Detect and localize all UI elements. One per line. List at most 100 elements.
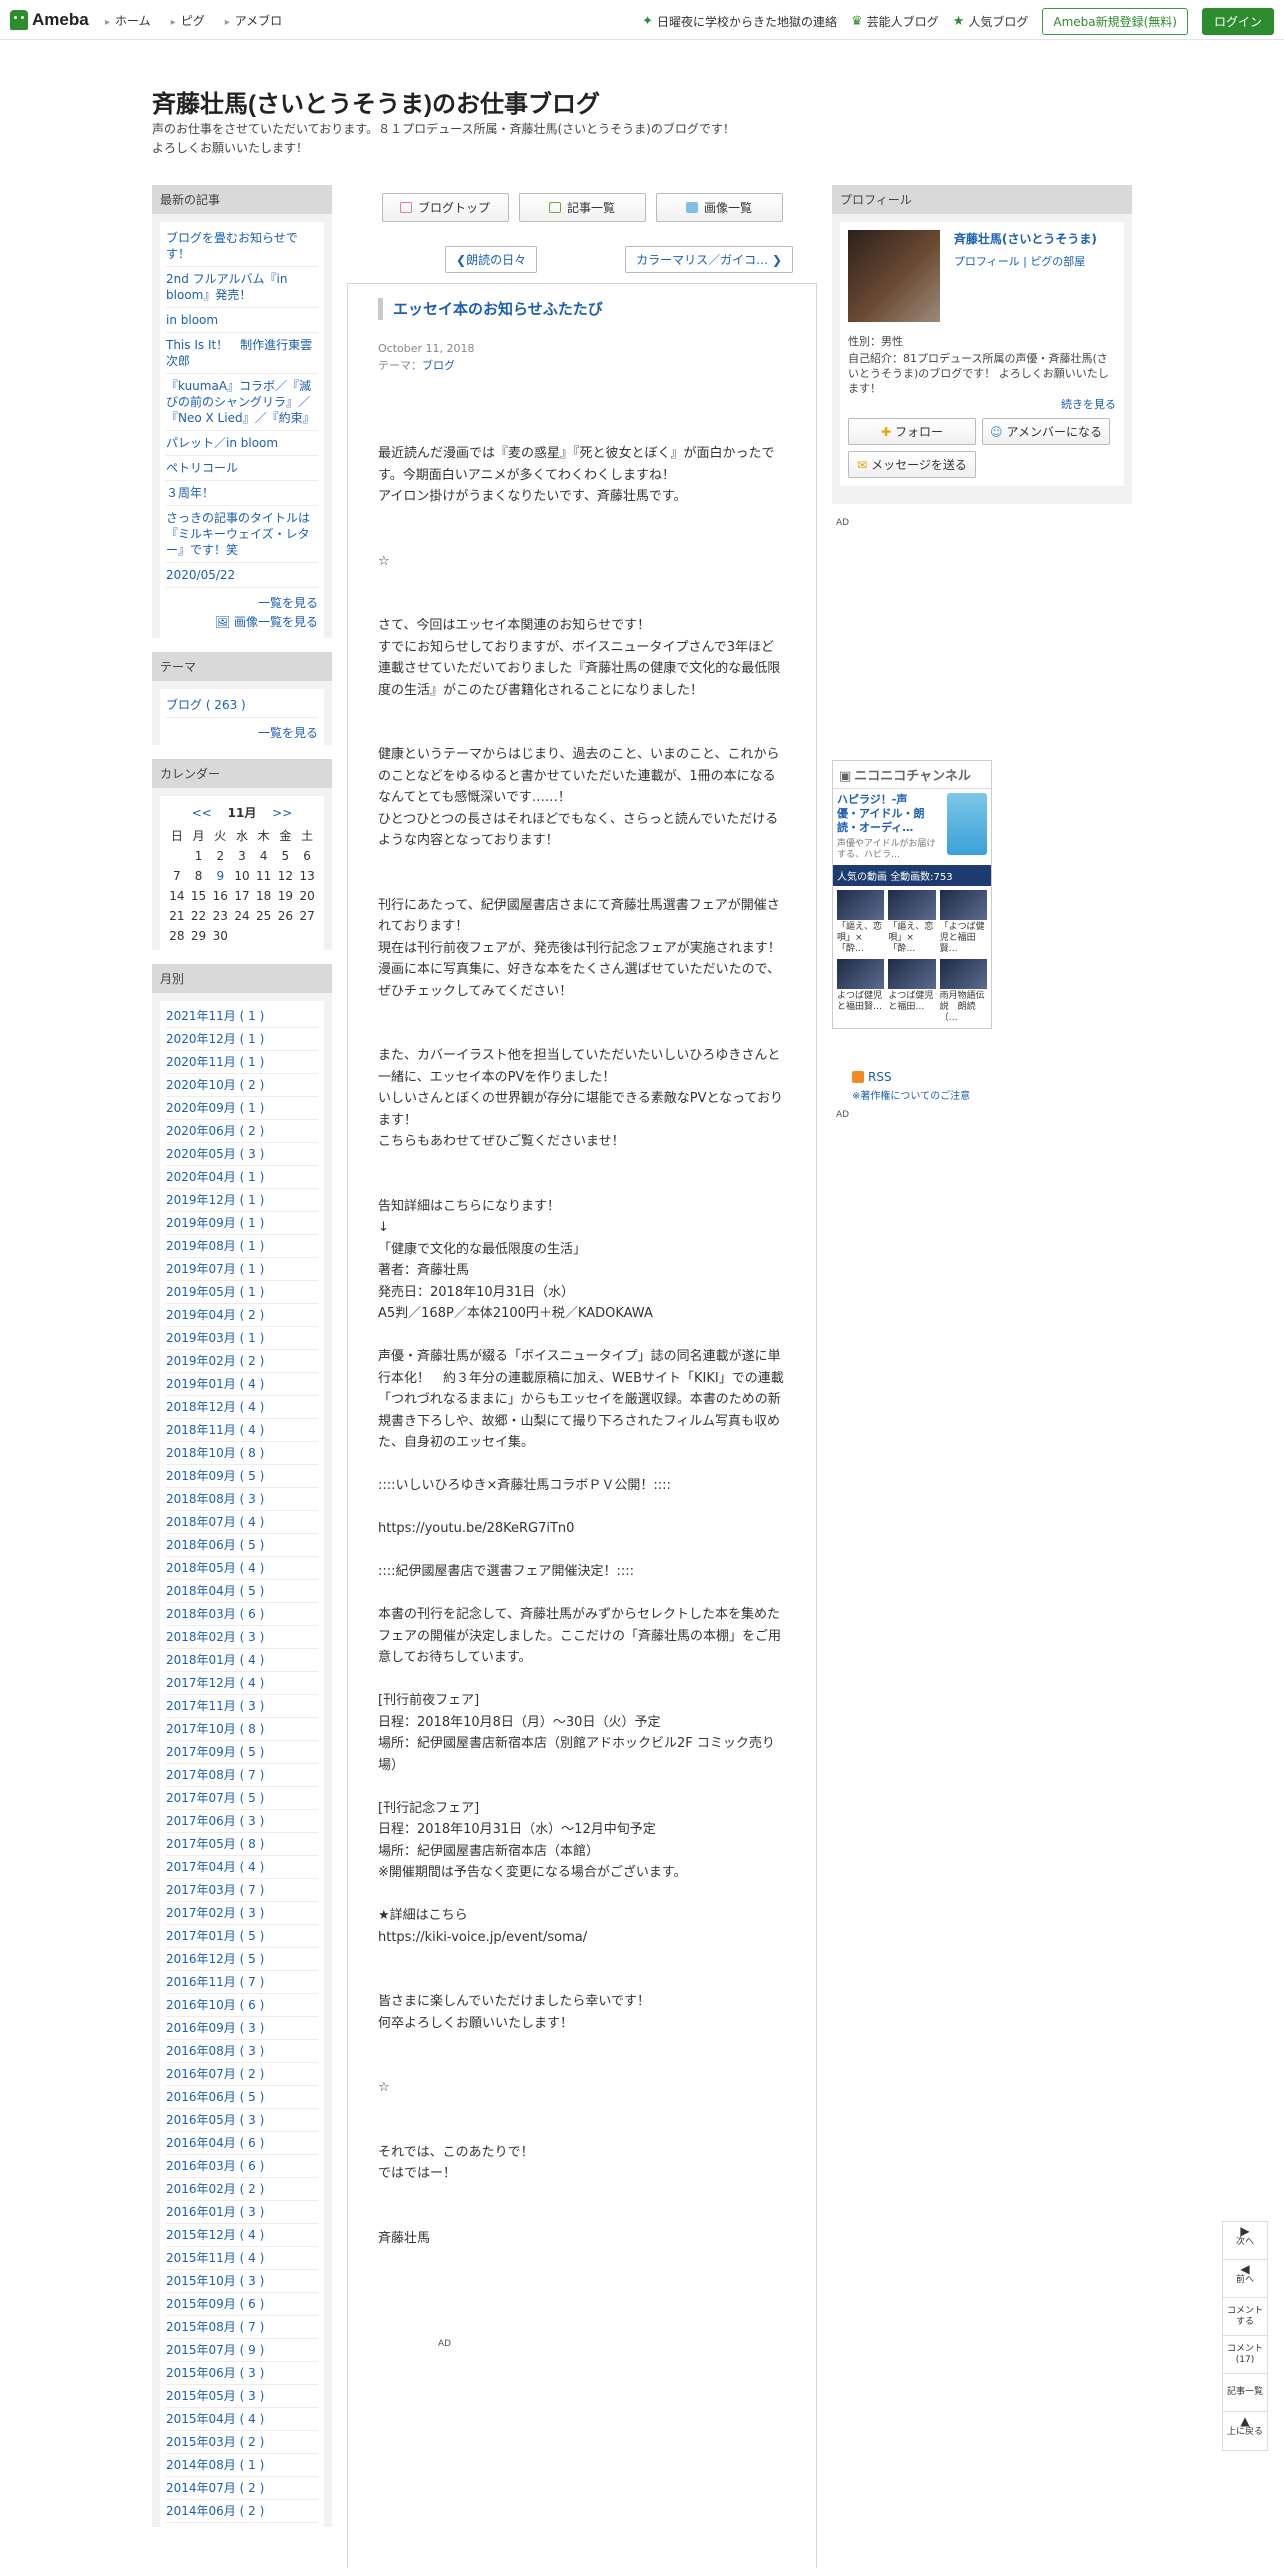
profile-name[interactable]: 斉藤壮馬(さいとうそうま) xyxy=(954,230,1097,247)
nav-pigg[interactable]: ピグ xyxy=(171,12,205,29)
archive-month[interactable]: 2016年06月 ( 5 ) xyxy=(166,2086,318,2109)
next-post-button[interactable]: カラーマリス／ガイコ… ❯ xyxy=(625,246,793,273)
blog-title[interactable]: 斉藤壮馬(さいとうそうま)のお仕事ブログ xyxy=(152,84,600,119)
archive-month[interactable]: 2015年09月 ( 6 ) xyxy=(166,2293,318,2316)
video-item[interactable]: 雨月物語伝説 朗読（… xyxy=(939,959,987,1024)
archive-month[interactable]: 2017年09月 ( 5 ) xyxy=(166,1741,318,1764)
archive-month[interactable]: 2019年07月 ( 1 ) xyxy=(166,1258,318,1281)
archive-month[interactable]: 2021年11月 ( 1 ) xyxy=(166,1005,318,1028)
list-more-link[interactable]: 一覧を見る xyxy=(166,588,318,611)
popular-blog-link[interactable]: ★ 人気ブログ xyxy=(953,13,1029,30)
archive-month[interactable]: 2019年08月 ( 1 ) xyxy=(166,1235,318,1258)
archive-month[interactable]: 2014年07月 ( 2 ) xyxy=(166,2477,318,2500)
tab-post-list[interactable]: 記事一覧 xyxy=(518,193,646,222)
archive-month[interactable]: 2015年12月 ( 4 ) xyxy=(166,2224,318,2247)
archive-month[interactable]: 2016年09月 ( 3 ) xyxy=(166,2017,318,2040)
archive-month[interactable]: 2015年05月 ( 3 ) xyxy=(166,2385,318,2408)
video-item[interactable]: 「よつば健児と福田賢… xyxy=(939,890,987,955)
archive-month[interactable]: 2017年12月 ( 4 ) xyxy=(166,1672,318,1695)
archive-month[interactable]: 2015年07月 ( 9 ) xyxy=(166,2339,318,2362)
archive-month[interactable]: 2019年03月 ( 1 ) xyxy=(166,1327,318,1350)
recent-post[interactable]: in bloom xyxy=(166,308,318,333)
theme-more-link[interactable]: 一覧を見る xyxy=(166,718,318,741)
tab-blog-top[interactable]: ブログトップ xyxy=(381,193,509,222)
back-to-top-button[interactable]: ▲ 上に戻る xyxy=(1223,2412,1267,2450)
archive-month[interactable]: 2014年08月 ( 1 ) xyxy=(166,2454,318,2477)
archive-month[interactable]: 2017年04月 ( 4 ) xyxy=(166,1856,318,1879)
archive-month[interactable]: 2015年10月 ( 3 ) xyxy=(166,2270,318,2293)
archive-month[interactable]: 2018年01月 ( 4 ) xyxy=(166,1649,318,1672)
archive-month[interactable]: 2020年12月 ( 1 ) xyxy=(166,1028,318,1051)
archive-month[interactable]: 2019年09月 ( 1 ) xyxy=(166,1212,318,1235)
article-theme-link[interactable]: ブログ xyxy=(422,359,455,372)
archive-month[interactable]: 2019年05月 ( 1 ) xyxy=(166,1281,318,1304)
next-button[interactable]: ▶ 次へ xyxy=(1223,2222,1267,2260)
archive-month[interactable]: 2018年02月 ( 3 ) xyxy=(166,1626,318,1649)
avatar[interactable] xyxy=(848,230,940,322)
channel-title[interactable]: ハピラジ！-声優・アイドル・朗読・オーディ… xyxy=(837,793,927,835)
news-link[interactable]: ✦ 日曜夜に学校からきた地獄の連絡 xyxy=(642,13,837,30)
archive-month[interactable]: 2016年11月 ( 7 ) xyxy=(166,1971,318,1994)
recent-post[interactable]: This Is It！ 制作進行東雲次郎 xyxy=(166,333,318,374)
video-item[interactable]: よつば健児と福田賢… xyxy=(837,959,885,1024)
archive-month[interactable]: 2020年04月 ( 1 ) xyxy=(166,1166,318,1189)
article-title[interactable]: エッセイ本のお知らせふたたび xyxy=(378,298,786,320)
recent-post[interactable]: 『kuumaA』コラボ／『滅びの前のシャングリラ』／『Neo X Lied』／『… xyxy=(166,374,318,431)
archive-month[interactable]: 2016年03月 ( 6 ) xyxy=(166,2155,318,2178)
archive-month[interactable]: 2016年12月 ( 5 ) xyxy=(166,1948,318,1971)
archive-month[interactable]: 2017年11月 ( 3 ) xyxy=(166,1695,318,1718)
calendar-next[interactable]: >> xyxy=(272,806,292,820)
nav-home[interactable]: ホーム xyxy=(105,12,151,29)
register-button[interactable]: Ameba新規登録(無料) xyxy=(1042,8,1188,35)
archive-month[interactable]: 2017年06月 ( 3 ) xyxy=(166,1810,318,1833)
calendar-prev[interactable]: << xyxy=(192,806,212,820)
archive-month[interactable]: 2020年11月 ( 1 ) xyxy=(166,1051,318,1074)
archive-month[interactable]: 2016年01月 ( 3 ) xyxy=(166,2201,318,2224)
pig-room-link[interactable]: ピグの部屋 xyxy=(1030,255,1085,268)
recent-post[interactable]: さっきの記事のタイトルは『ミルキーウェイズ・レター』です！笑 xyxy=(166,506,318,563)
archive-month[interactable]: 2020年06月 ( 2 ) xyxy=(166,1120,318,1143)
archive-month[interactable]: 2016年05月 ( 3 ) xyxy=(166,2109,318,2132)
rss-link[interactable]: RSS xyxy=(852,1070,892,1084)
recent-post[interactable]: ペトリコール xyxy=(166,456,318,481)
archive-month[interactable]: 2019年02月 ( 2 ) xyxy=(166,1350,318,1373)
archive-month[interactable]: 2017年01月 ( 5 ) xyxy=(166,1925,318,1948)
archive-month[interactable]: 2016年08月 ( 3 ) xyxy=(166,2040,318,2063)
theme-item[interactable]: ブログ ( 263 ) xyxy=(166,693,318,718)
image-list-link[interactable]: 🖼 画像一覧を見る xyxy=(166,611,318,634)
follow-button[interactable]: ✚ フォロー xyxy=(848,418,976,445)
read-more-link[interactable]: 続きを見る xyxy=(848,396,1116,412)
archive-month[interactable]: 2020年05月 ( 3 ) xyxy=(166,1143,318,1166)
archive-month[interactable]: 2018年04月 ( 5 ) xyxy=(166,1580,318,1603)
nav-ameblo[interactable]: アメブロ xyxy=(225,12,282,29)
archive-month[interactable]: 2018年12月 ( 4 ) xyxy=(166,1396,318,1419)
archive-month[interactable]: 2018年09月 ( 5 ) xyxy=(166,1465,318,1488)
archive-month[interactable]: 2017年02月 ( 3 ) xyxy=(166,1902,318,1925)
prev-post-button[interactable]: ❮朗読の日々 xyxy=(445,246,538,273)
archive-month[interactable]: 2017年05月 ( 8 ) xyxy=(166,1833,318,1856)
archive-month[interactable]: 2015年04月 ( 4 ) xyxy=(166,2408,318,2431)
archive-month[interactable]: 2018年08月 ( 3 ) xyxy=(166,1488,318,1511)
video-item[interactable]: よつば健児と福田… xyxy=(888,959,936,1024)
recent-post[interactable]: 2nd フルアルバム『in bloom』発売！ xyxy=(166,267,318,308)
archive-month[interactable]: 2016年04月 ( 6 ) xyxy=(166,2132,318,2155)
archive-month[interactable]: 2017年07月 ( 5 ) xyxy=(166,1787,318,1810)
calendar-day-link[interactable]: 9 xyxy=(209,866,231,886)
archive-month[interactable]: 2015年08月 ( 7 ) xyxy=(166,2316,318,2339)
recent-post[interactable]: ブログを畳むお知らせです！ xyxy=(166,226,318,267)
archive-month[interactable]: 2015年06月 ( 3 ) xyxy=(166,2362,318,2385)
archive-month[interactable]: 2020年10月 ( 2 ) xyxy=(166,1074,318,1097)
archive-month[interactable]: 2015年11月 ( 4 ) xyxy=(166,2247,318,2270)
archive-month[interactable]: 2019年01月 ( 4 ) xyxy=(166,1373,318,1396)
video-item[interactable]: 「謳え、恋唄」×「酔… xyxy=(888,890,936,955)
recent-post[interactable]: 2020/05/22 xyxy=(166,563,318,588)
archive-month[interactable]: 2018年06月 ( 5 ) xyxy=(166,1534,318,1557)
archive-month[interactable]: 2017年03月 ( 7 ) xyxy=(166,1879,318,1902)
archive-month[interactable]: 2017年08月 ( 7 ) xyxy=(166,1764,318,1787)
copyright-note-link[interactable]: ※著作権についてのご注意 xyxy=(852,1087,970,1102)
archive-month[interactable]: 2016年07月 ( 2 ) xyxy=(166,2063,318,2086)
archive-month[interactable]: 2018年07月 ( 4 ) xyxy=(166,1511,318,1534)
ameba-logo[interactable]: Ameba xyxy=(10,9,89,31)
login-button[interactable]: ログイン xyxy=(1201,8,1274,35)
comment-button[interactable]: コメントする xyxy=(1223,2298,1267,2336)
